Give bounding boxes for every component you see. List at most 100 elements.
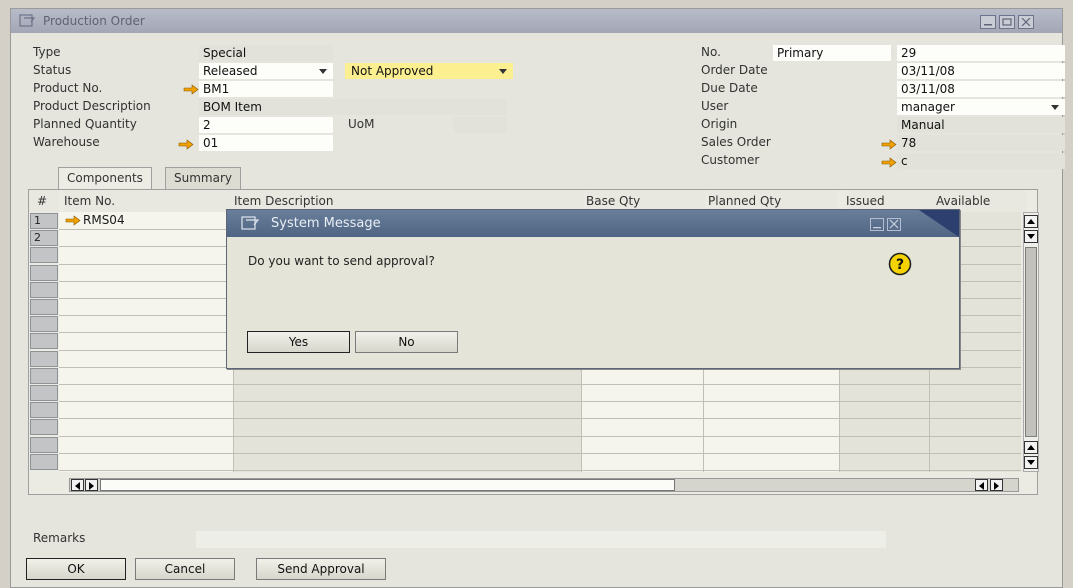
vertical-scrollbar[interactable] (1023, 212, 1039, 472)
link-arrow-icon[interactable] (183, 84, 199, 95)
close-icon (889, 219, 899, 229)
scrollbar-thumb[interactable] (100, 479, 675, 491)
column-header-number[interactable]: # (29, 190, 59, 212)
tab-components[interactable]: Components (58, 167, 152, 189)
scroll-left-button[interactable] (975, 479, 988, 491)
row-number[interactable] (30, 368, 58, 384)
form-icon (241, 216, 259, 230)
approval-status-dropdown[interactable]: Not Approved (345, 63, 513, 79)
svg-text:?: ? (896, 257, 904, 273)
window-titlebar[interactable]: Production Order (11, 9, 1062, 33)
scroll-right-button[interactable] (85, 479, 98, 491)
due-date-field[interactable]: 03/11/08 (897, 81, 1065, 97)
minimize-icon (873, 227, 881, 229)
row-number[interactable] (30, 247, 58, 263)
document-number-field[interactable]: 29 (897, 45, 1065, 61)
maximize-button[interactable] (999, 15, 1015, 29)
link-arrow-icon[interactable] (881, 157, 897, 168)
chevron-down-icon (319, 69, 327, 74)
link-arrow-icon[interactable] (65, 215, 81, 226)
send-approval-button[interactable]: Send Approval (256, 558, 386, 580)
arrow-right-icon (89, 482, 94, 490)
arrow-up-icon (1027, 445, 1035, 450)
order-date-label: Order Date (701, 63, 768, 77)
horizontal-scrollbar[interactable] (69, 478, 1019, 492)
scroll-up-button[interactable] (1024, 215, 1038, 228)
dialog-titlebar[interactable]: System Message (227, 210, 959, 237)
link-arrow-icon[interactable] (881, 139, 897, 150)
chevron-down-icon (1051, 105, 1059, 110)
origin-field[interactable]: Manual (897, 117, 1065, 133)
cancel-button[interactable]: Cancel (135, 558, 235, 580)
no-button[interactable]: No (355, 331, 458, 353)
product-no-field[interactable]: BM1 (199, 81, 333, 97)
row-number[interactable] (30, 419, 58, 435)
sales-order-label: Sales Order (701, 135, 771, 149)
type-label: Type (33, 45, 61, 59)
status-label: Status (33, 63, 72, 77)
arrow-left-icon (979, 482, 984, 490)
row-number[interactable]: 2 (30, 230, 58, 246)
row-divider (59, 418, 1021, 419)
customer-field[interactable]: c (897, 153, 1065, 169)
window-title: Production Order (43, 14, 145, 28)
scroll-down-button[interactable] (1024, 456, 1038, 469)
product-description-field[interactable]: BOM Item (199, 99, 507, 115)
uom-label: UoM (348, 117, 375, 131)
column-item-no (59, 212, 234, 472)
dialog-minimize-button[interactable] (870, 218, 884, 231)
dialog-title: System Message (271, 216, 381, 231)
user-value: manager (901, 100, 955, 114)
row-number[interactable] (30, 402, 58, 418)
planned-quantity-label: Planned Quantity (33, 117, 137, 131)
row-number[interactable] (30, 316, 58, 332)
item-no-cell[interactable]: RMS04 (83, 213, 125, 227)
row-number[interactable] (30, 385, 58, 401)
row-number[interactable] (30, 454, 58, 470)
yes-button[interactable]: Yes (247, 331, 350, 353)
scrollbar-thumb[interactable] (1025, 247, 1037, 437)
tab-summary[interactable]: Summary (165, 167, 241, 189)
type-field[interactable]: Special (199, 45, 333, 61)
warehouse-field[interactable]: 01 (199, 135, 333, 151)
close-icon (1021, 18, 1031, 26)
arrow-down-icon (1027, 460, 1035, 465)
remarks-label: Remarks (33, 531, 86, 545)
link-arrow-icon[interactable] (178, 139, 194, 150)
approval-status-value: Not Approved (351, 64, 434, 78)
user-label: User (701, 99, 729, 113)
close-button[interactable] (1018, 15, 1034, 29)
row-number[interactable] (30, 333, 58, 349)
uom-field[interactable] (454, 117, 507, 133)
chevron-down-icon (499, 69, 507, 74)
scroll-up-button[interactable] (1024, 441, 1038, 454)
due-date-label: Due Date (701, 81, 758, 95)
user-dropdown[interactable]: manager (897, 99, 1065, 115)
column-header-item-no[interactable]: Item No. (64, 190, 234, 212)
scroll-right-button[interactable] (990, 479, 1003, 491)
dialog-close-button[interactable] (887, 218, 901, 231)
product-description-label: Product Description (33, 99, 151, 113)
scroll-left-button[interactable] (71, 479, 84, 491)
sales-order-field[interactable]: 78 (897, 135, 1065, 151)
series-dropdown[interactable]: Primary (773, 45, 891, 61)
order-date-field[interactable]: 03/11/08 (897, 63, 1065, 79)
status-dropdown[interactable]: Released (199, 63, 333, 79)
planned-quantity-field[interactable]: 2 (199, 117, 333, 133)
arrow-up-icon (1027, 219, 1035, 224)
row-number[interactable] (30, 282, 58, 298)
row-number[interactable] (30, 299, 58, 315)
arrow-down-icon (1027, 234, 1035, 239)
row-number[interactable] (30, 351, 58, 367)
system-message-dialog: System Message Do you want to send appro… (226, 209, 960, 369)
minimize-icon (984, 24, 992, 26)
row-number[interactable]: 1 (30, 213, 58, 229)
form-icon (19, 14, 35, 27)
remarks-field[interactable] (196, 531, 886, 548)
row-number[interactable] (30, 437, 58, 453)
scroll-down-button[interactable] (1024, 230, 1038, 243)
minimize-button[interactable] (980, 15, 996, 29)
ok-button[interactable]: OK (26, 558, 126, 580)
row-number[interactable] (30, 265, 58, 281)
row-divider (59, 401, 1021, 402)
